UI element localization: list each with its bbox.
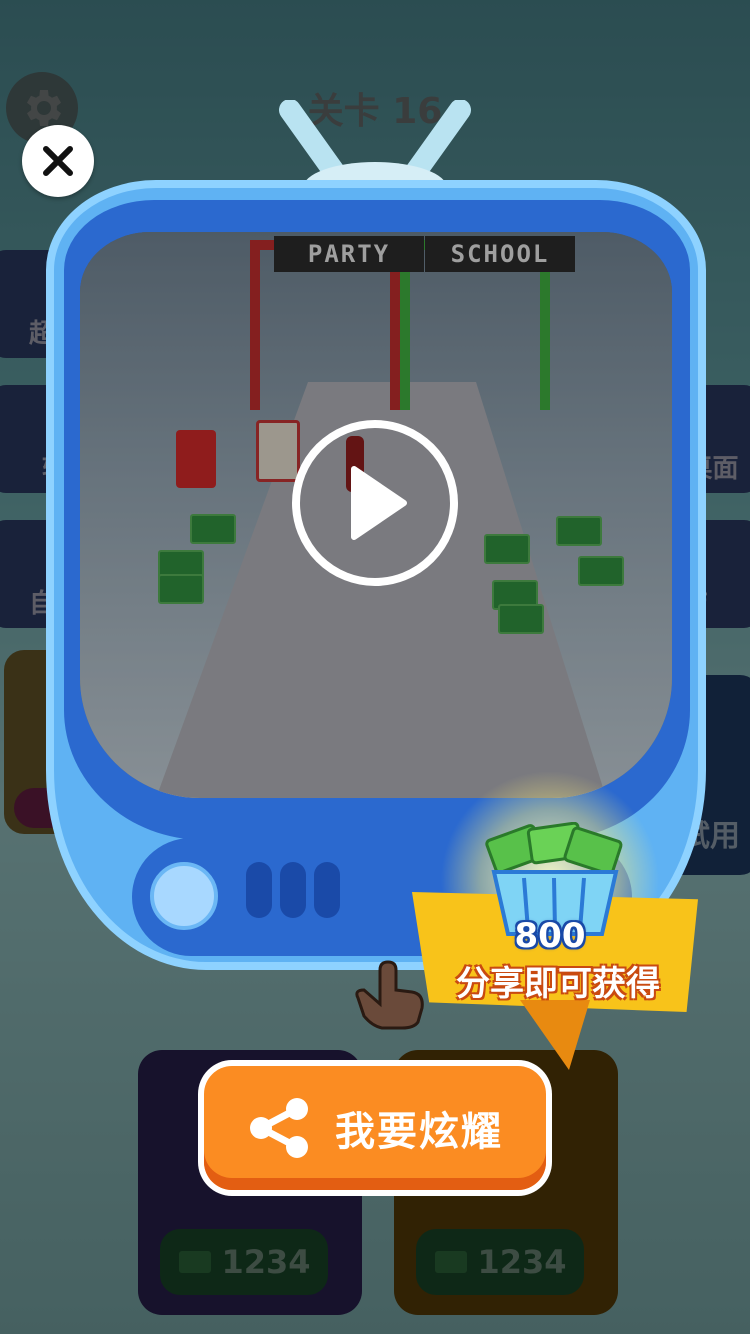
tv-speaker-slot xyxy=(280,862,306,918)
share-button[interactable]: 我要炫耀 xyxy=(198,1060,552,1196)
tv-knob-icon xyxy=(150,862,218,930)
play-button[interactable] xyxy=(292,420,458,586)
tv-antenna xyxy=(279,100,471,190)
pointing-hand-icon xyxy=(355,960,424,1030)
tv-speaker-slot xyxy=(314,862,340,918)
share-button-label: 我要炫耀 xyxy=(335,1109,503,1155)
reward-text: 分享即可获得 xyxy=(456,964,660,1004)
close-icon xyxy=(43,146,73,176)
play-icon xyxy=(351,466,407,540)
video-preview[interactable]: PARTY SCHOOL xyxy=(80,232,672,798)
share-button-face: 我要炫耀 xyxy=(204,1066,546,1190)
share-icon xyxy=(250,1098,308,1158)
close-button[interactable] xyxy=(22,125,94,197)
tv-speaker-slot xyxy=(246,862,272,918)
reward-amount: 800 xyxy=(514,916,586,956)
